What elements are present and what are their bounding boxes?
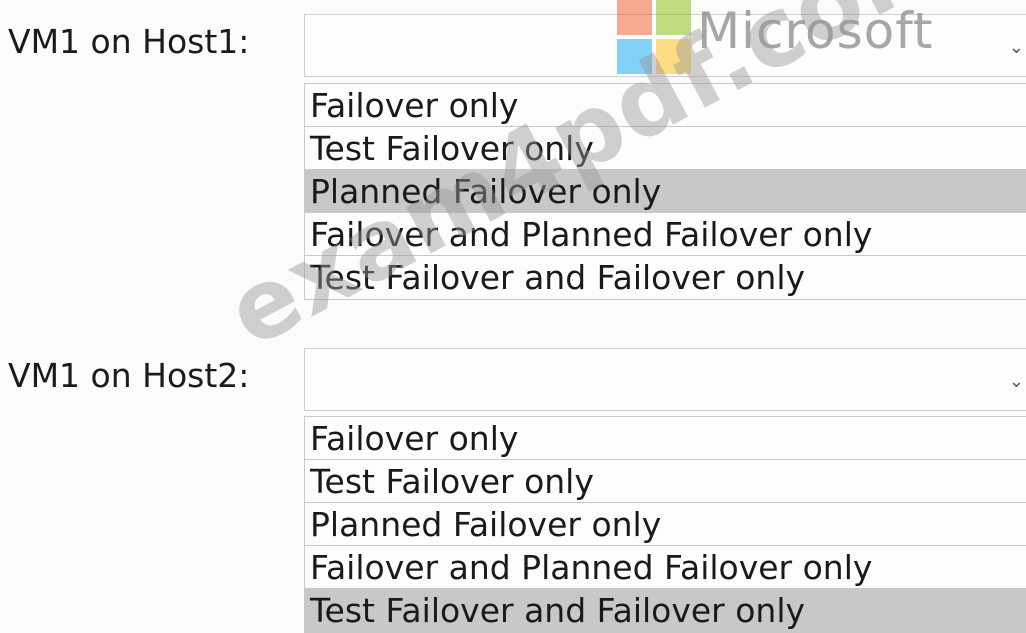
question-label-host1: VM1 on Host1: [8,22,250,61]
dropdown-option[interactable]: Failover only [305,84,1026,127]
windows-logo-icon [617,0,691,74]
dropdown-option[interactable]: Planned Failover only [305,503,1026,546]
dropdown-option[interactable]: Test Failover only [305,460,1026,503]
dropdown-option[interactable]: Failover and Planned Failover only [305,546,1026,589]
dropdown-option-selected[interactable]: Planned Failover only [305,170,1026,213]
option-list-host1: Failover only Test Failover only Planned… [304,83,1026,300]
chevron-down-icon[interactable]: ⌄ [1009,373,1024,391]
chevron-down-icon[interactable]: ⌄ [1009,39,1024,57]
dropdown-option[interactable]: Failover only [305,417,1026,460]
dropdown-option[interactable]: Failover and Planned Failover only [305,213,1026,256]
microsoft-logo: Microsoft [617,0,934,74]
dropdown-option[interactable]: Test Failover only [305,127,1026,170]
question-label-host2: VM1 on Host2: [8,356,250,395]
dropdown-option-selected[interactable]: Test Failover and Failover only [305,589,1026,632]
dropdown-option[interactable]: Test Failover and Failover only [305,256,1026,299]
answer-dropdown-host2[interactable]: ⌄ [304,348,1026,411]
logo-wordmark: Microsoft [697,2,934,60]
option-list-host2: Failover only Test Failover only Planned… [304,416,1026,633]
